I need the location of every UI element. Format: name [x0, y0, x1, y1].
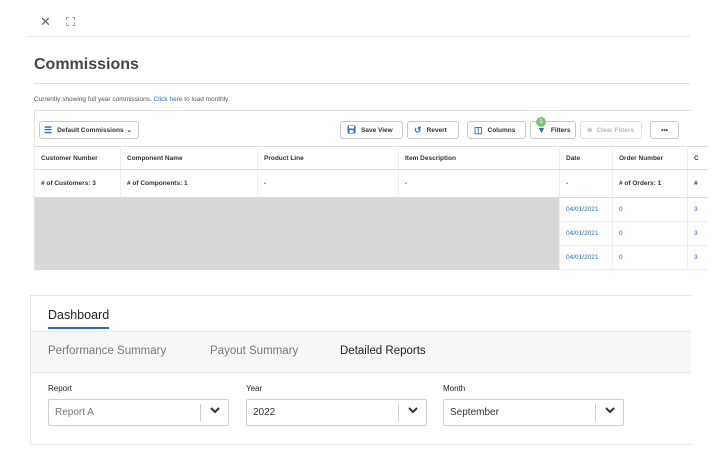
report-select[interactable]: Report A: [48, 399, 229, 426]
revert-label: Revert: [426, 126, 447, 134]
year-select[interactable]: 2022: [246, 399, 427, 426]
close-icon[interactable]: ✕: [40, 14, 51, 30]
page-title: Commissions: [34, 56, 139, 73]
month-select-value: September: [450, 407, 499, 418]
window-top-bar: ✕: [0, 0, 714, 38]
chevron-down-icon: [210, 406, 220, 416]
redacted-cell: [398, 197, 560, 270]
filters-label: Filters: [550, 126, 571, 134]
summary-cell: #: [687, 169, 708, 198]
revert-icon: ↺: [414, 124, 422, 135]
view-select-label: Default Commissions: [57, 126, 124, 134]
columns-button[interactable]: ◫ Columns: [467, 121, 526, 139]
redacted-cell: [120, 197, 258, 270]
extra-cell[interactable]: 3: [687, 245, 708, 270]
table-row[interactable]: 04/01/2021 0 3: [34, 197, 708, 270]
save-icon: [347, 125, 356, 136]
summary-cell: # of Customers: 3: [34, 169, 121, 198]
info-suffix: to load monthly.: [182, 96, 230, 103]
clear-icon: ⊗: [587, 127, 593, 134]
columns-label: Columns: [487, 126, 516, 134]
tab-performance-summary[interactable]: Performance Summary: [48, 345, 166, 357]
revert-button[interactable]: ↺ Revert: [407, 121, 459, 139]
summary-cell: # of Orders: 1: [612, 169, 688, 198]
report-label: Report: [48, 384, 73, 393]
redacted-cell: [257, 197, 399, 270]
column-header[interactable]: Date: [559, 146, 613, 170]
summary-cell: -: [257, 169, 399, 198]
summary-cell: # of Components: 1: [120, 169, 258, 198]
clear-filters-button[interactable]: ⊗ Clear Filters: [580, 121, 642, 139]
more-options-button[interactable]: •••: [650, 121, 679, 139]
commissions-table: Customer Number Component Name Product L…: [34, 146, 708, 270]
month-label: Month: [443, 384, 466, 393]
tab-detailed-reports[interactable]: Detailed Reports: [340, 345, 426, 357]
tab-payout-summary[interactable]: Payout Summary: [210, 345, 298, 357]
month-select[interactable]: September: [443, 399, 624, 426]
column-header[interactable]: Customer Number: [34, 146, 121, 170]
select-divider: [200, 404, 201, 421]
columns-icon: ◫: [474, 124, 483, 135]
column-header[interactable]: Product Line: [257, 146, 399, 170]
view-select[interactable]: ☰ Default Commissions ⌄: [39, 121, 139, 139]
order-cell[interactable]: 0: [612, 221, 688, 246]
order-cell[interactable]: 0: [612, 197, 688, 222]
info-text: Currently showing full year commissions.…: [34, 96, 230, 103]
column-header[interactable]: Order Number: [612, 146, 688, 170]
column-header[interactable]: Component Name: [120, 146, 258, 170]
summary-row: # of Customers: 3 # of Components: 1 - -…: [34, 169, 708, 198]
select-divider: [595, 404, 596, 421]
list-icon: ☰: [44, 124, 53, 135]
dashboard-title-underline: [48, 327, 109, 329]
report-select-value: Report A: [55, 407, 94, 418]
save-view-button[interactable]: Save View: [340, 121, 403, 139]
table-header-row: Customer Number Component Name Product L…: [34, 146, 708, 170]
info-prefix: Currently showing full year commissions.: [34, 96, 154, 103]
summary-cell: -: [559, 169, 613, 198]
year-label: Year: [246, 384, 263, 393]
chevron-down-icon: [408, 406, 418, 416]
load-monthly-link[interactable]: Click here: [154, 96, 183, 103]
filters-count-badge: 1: [536, 117, 546, 127]
order-cell[interactable]: 0: [612, 245, 688, 270]
title-divider: [34, 83, 690, 84]
dashboard-title: Dashboard: [48, 308, 110, 322]
select-divider: [398, 404, 399, 421]
extra-cell[interactable]: 3: [687, 221, 708, 246]
chevron-down-icon: [605, 406, 615, 416]
redacted-cell: [34, 197, 121, 270]
clear-filters-label: Clear Filters: [596, 126, 635, 134]
column-header[interactable]: C: [687, 146, 708, 170]
top-divider: [28, 36, 690, 37]
save-view-label: Save View: [361, 126, 393, 134]
date-cell[interactable]: 04/01/2021: [559, 221, 613, 246]
year-select-value: 2022: [253, 407, 276, 418]
chevron-down-icon: ⌄: [126, 127, 132, 134]
date-cell[interactable]: 04/01/2021: [559, 197, 613, 222]
more-icon: •••: [661, 126, 668, 134]
expand-icon[interactable]: [65, 14, 76, 29]
extra-cell[interactable]: 3: [687, 197, 708, 222]
date-cell[interactable]: 04/01/2021: [559, 245, 613, 270]
column-header[interactable]: Item Description: [398, 146, 560, 170]
summary-cell: -: [398, 169, 560, 198]
